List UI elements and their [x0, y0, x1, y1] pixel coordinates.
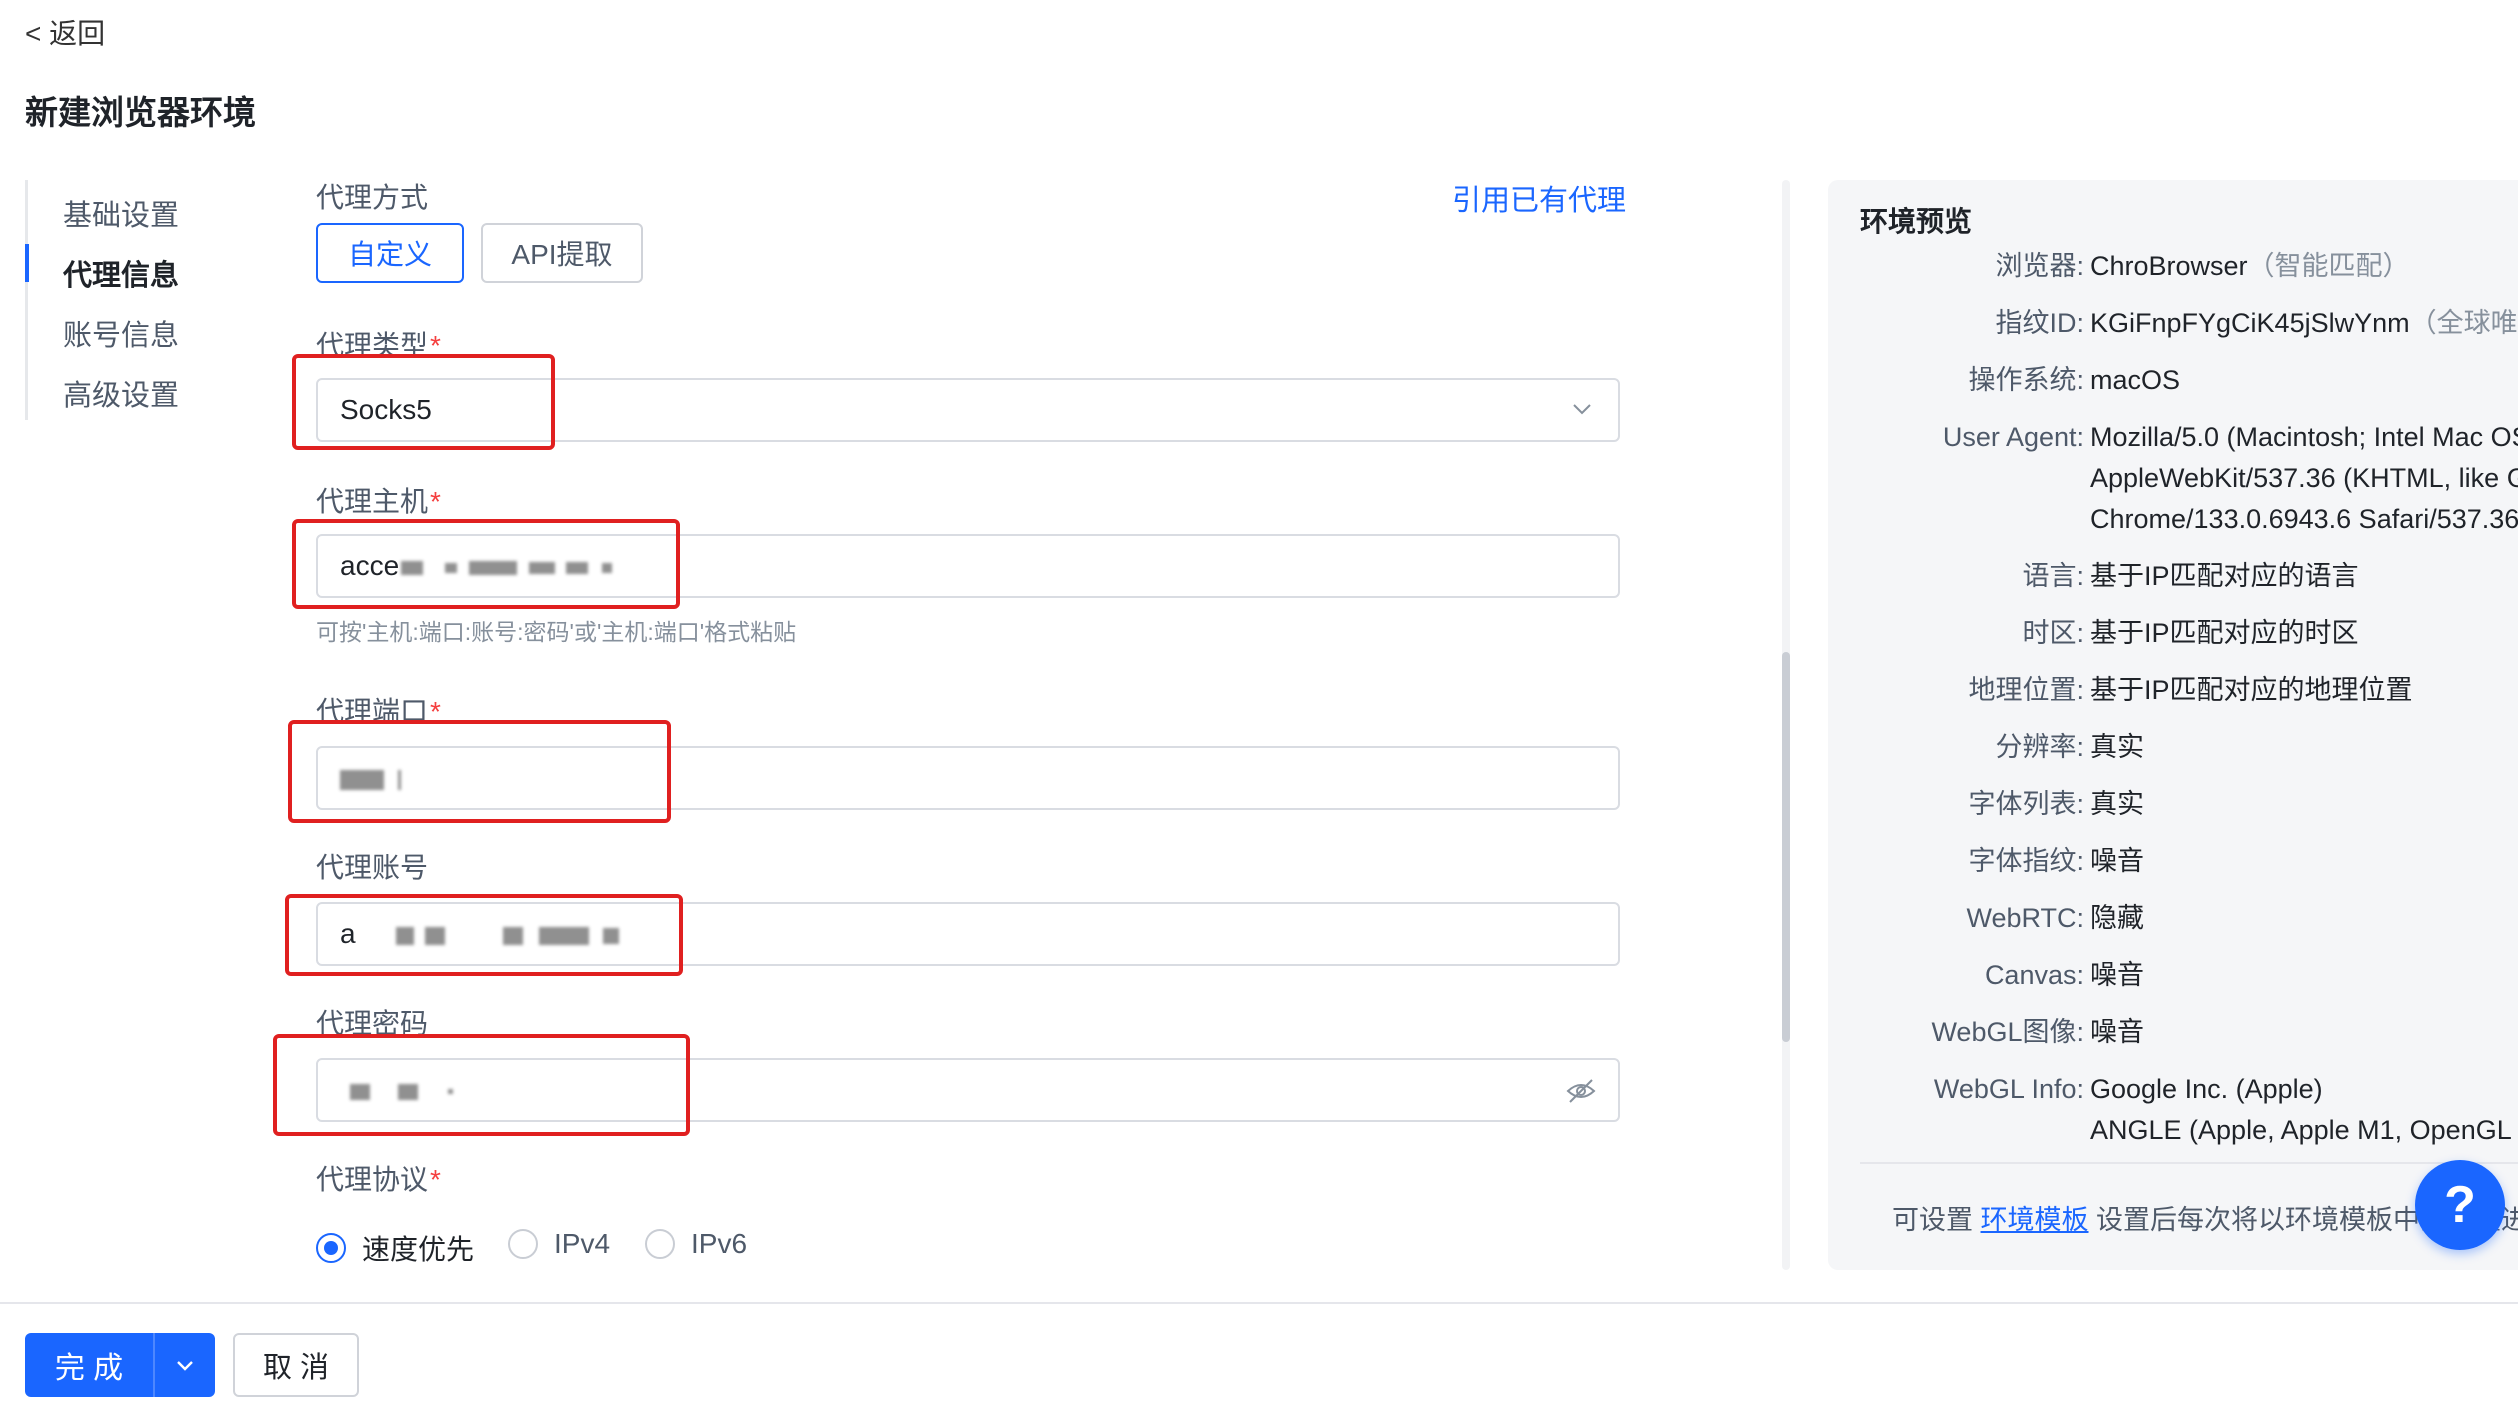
protocol-radio-ipv4[interactable]: IPv4	[508, 1228, 610, 1260]
proxy-password-label: 代理密码	[316, 1008, 429, 1039]
preview-row-key: 操作系统:	[1968, 365, 2084, 395]
proxy-account-input[interactable]: a	[316, 902, 1620, 966]
preview-row-value: KGiFnpFYgCiK45jSlwYnm（全球唯一）	[2090, 308, 2518, 338]
preview-row-key: 分辨率:	[1995, 732, 2084, 762]
mode-custom-button[interactable]: 自定义	[316, 223, 464, 283]
preview-row-value: 基于IP匹配对应的语言	[2090, 561, 2359, 591]
nav-item-account-info[interactable]: 账号信息	[63, 312, 179, 354]
preview-row-value: 基于IP匹配对应的地理位置	[2090, 675, 2413, 705]
preview-row-value: AppleWebKit/537.36 (KHTML, like Ge	[2090, 463, 2518, 493]
preview-row-key: WebGL Info:	[1933, 1074, 2084, 1104]
help-button[interactable]: ?	[2415, 1160, 2505, 1250]
preview-row-key: 字体列表:	[1968, 789, 2084, 819]
proxy-type-value: Socks5	[340, 394, 432, 425]
preview-row-value: ChroBrowser（智能匹配）	[2090, 251, 2410, 281]
radio-checked-icon	[316, 1233, 346, 1263]
radio-unchecked-icon	[645, 1229, 675, 1259]
preview-row-key: 浏览器:	[1995, 251, 2084, 281]
nav-active-indicator	[25, 244, 29, 282]
preview-row-key: User Agent:	[1942, 422, 2084, 452]
form-scrollbar-thumb[interactable]	[1782, 652, 1790, 1042]
back-link[interactable]: < 返回	[25, 12, 105, 52]
proxy-port-input[interactable]	[316, 746, 1620, 810]
preview-row-value: 噪音	[2090, 1017, 2144, 1047]
proxy-account-value: a	[340, 918, 356, 949]
nav-rail	[25, 180, 28, 420]
mode-api-button[interactable]: API提取	[481, 223, 643, 283]
preview-row-value: 噪音	[2090, 960, 2144, 990]
protocol-radio-speed[interactable]: 速度优先	[316, 1228, 474, 1268]
done-dropdown-button[interactable]	[155, 1333, 215, 1397]
done-button-group: 完 成	[25, 1333, 215, 1397]
proxy-host-input[interactable]: acce	[316, 534, 1620, 598]
proxy-mode-label: 代理方式	[316, 182, 429, 213]
chevron-down-icon	[177, 1361, 193, 1371]
preview-row-value: 基于IP匹配对应的时区	[2090, 618, 2359, 648]
preview-divider	[1860, 1162, 2518, 1164]
redacted-text	[399, 550, 613, 582]
preview-row-key: 语言:	[2022, 561, 2084, 591]
proxy-type-label: 代理类型*	[316, 330, 441, 361]
preview-row-value: Mozilla/5.0 (Macintosh; Intel Mac OS X	[2090, 422, 2518, 452]
redacted-text	[340, 762, 401, 794]
environment-preview-panel: 环境预览 浏览器: ChroBrowser（智能匹配） 指纹ID: KGiFnpFYg…	[1828, 180, 2518, 1270]
preview-row-value: 隐藏	[2090, 903, 2144, 933]
footer-divider	[0, 1302, 2518, 1304]
preview-row-value: Google Inc. (Apple)	[2090, 1074, 2323, 1104]
preview-row-value: ANGLE (Apple, Apple M1, OpenGL 4.1	[2090, 1115, 2518, 1145]
nav-item-basic-settings[interactable]: 基础设置	[63, 192, 179, 234]
environment-template-link[interactable]: 环境模板	[1981, 1205, 2089, 1235]
preview-row-key: 字体指纹:	[1968, 846, 2084, 876]
preview-row-key: WebRTC:	[1966, 903, 2084, 933]
protocol-radio-ipv6[interactable]: IPv6	[645, 1228, 747, 1260]
proxy-port-label: 代理端口*	[316, 696, 441, 727]
proxy-password-input[interactable]	[316, 1058, 1620, 1122]
proxy-protocol-label: 代理协议*	[316, 1164, 441, 1195]
eye-hidden-icon[interactable]	[1566, 1078, 1596, 1111]
done-button[interactable]: 完 成	[25, 1333, 153, 1397]
preview-row-value: 真实	[2090, 732, 2144, 762]
radio-unchecked-icon	[508, 1229, 538, 1259]
nav-item-proxy-info[interactable]: 代理信息	[63, 252, 179, 294]
preview-title: 环境预览	[1860, 206, 1973, 237]
preview-row-value: 噪音	[2090, 846, 2144, 876]
redacted-text	[340, 1074, 453, 1106]
nav-item-advanced-settings[interactable]: 高级设置	[63, 372, 179, 414]
preview-row-key: 时区:	[2022, 618, 2084, 648]
preview-row-value: macOS	[2090, 365, 2181, 395]
cancel-button[interactable]: 取 消	[233, 1333, 359, 1397]
proxy-host-label: 代理主机*	[316, 486, 441, 517]
proxy-type-select[interactable]: Socks5	[316, 378, 1620, 442]
proxy-account-label: 代理账号	[316, 852, 429, 883]
proxy-host-value: acce	[340, 550, 400, 581]
proxy-host-hint: 可按'主机:端口:账号:密码'或'主机:端口'格式粘贴	[316, 619, 797, 645]
chevron-down-icon	[1570, 396, 1594, 428]
preview-row-key: 地理位置:	[1968, 675, 2084, 705]
preview-row-key: Canvas:	[1984, 960, 2084, 990]
preview-row-value: 真实	[2090, 789, 2144, 819]
use-existing-proxy-link[interactable]: 引用已有代理	[1452, 177, 1626, 219]
preview-row-key: 指纹ID:	[1995, 308, 2084, 338]
preview-row-value: Chrome/133.0.6943.6 Safari/537.36	[2090, 504, 2518, 534]
redacted-text	[356, 918, 619, 950]
preview-row-key: WebGL图像:	[1931, 1017, 2084, 1047]
page-title: 新建浏览器环境	[25, 94, 256, 131]
